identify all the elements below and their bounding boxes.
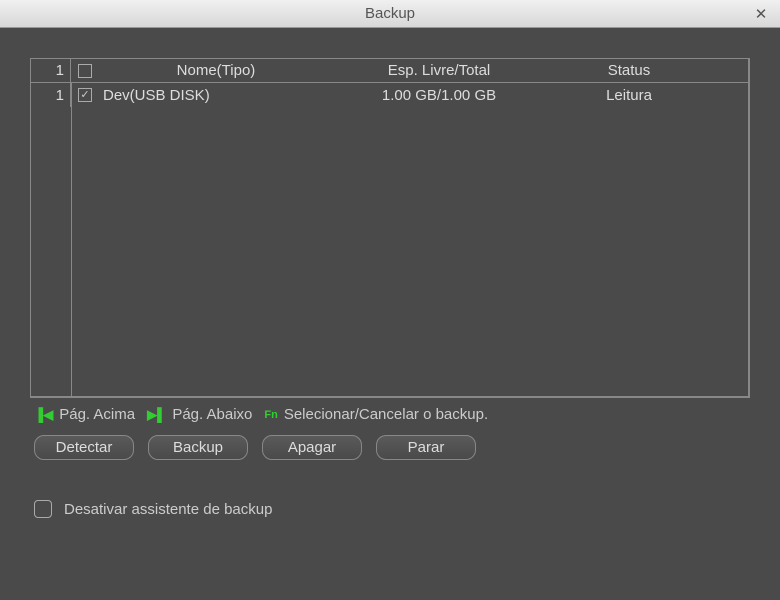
hints-row: ▐◀ Pág. Acima ▶▌ Pág. Abaixo Fn Selecion…	[30, 406, 750, 423]
header-status: Status	[549, 62, 709, 79]
row-num: 1	[31, 83, 71, 107]
hint-select: Selecionar/Cancelar o backup.	[284, 406, 488, 423]
content-area: 1 Nome(Tipo) Esp. Livre/Total Status 1 ✓…	[0, 28, 780, 600]
table-header: 1 Nome(Tipo) Esp. Livre/Total Status	[31, 59, 748, 83]
select-all-checkbox[interactable]	[78, 64, 92, 78]
table-row[interactable]: 1 ✓ Dev(USB DISK) 1.00 GB/1.00 GB Leitur…	[31, 83, 748, 107]
row-status: Leitura	[549, 87, 709, 104]
header-name: Nome(Tipo)	[99, 62, 329, 79]
disable-wizard-label: Desativar assistente de backup	[64, 501, 272, 518]
divider	[71, 83, 72, 396]
stop-button[interactable]: Parar	[376, 435, 476, 460]
header-num: 1	[31, 59, 71, 82]
hint-page-up: Pág. Acima	[59, 406, 135, 423]
erase-button[interactable]: Apagar	[262, 435, 362, 460]
backup-button[interactable]: Backup	[148, 435, 248, 460]
row-check-cell[interactable]: ✓	[71, 83, 99, 107]
page-down-icon: ▶▌	[147, 407, 166, 423]
row-name: Dev(USB DISK)	[99, 87, 329, 104]
window-title: Backup	[365, 5, 415, 22]
buttons-row: Detectar Backup Apagar Parar	[30, 435, 750, 460]
row-checkbox[interactable]: ✓	[78, 88, 92, 102]
footer-row: Desativar assistente de backup	[30, 500, 750, 518]
titlebar: Backup ✕	[0, 0, 780, 28]
device-table: 1 Nome(Tipo) Esp. Livre/Total Status 1 ✓…	[30, 58, 750, 398]
hint-page-down: Pág. Abaixo	[172, 406, 252, 423]
detect-button[interactable]: Detectar	[34, 435, 134, 460]
disable-wizard-checkbox[interactable]	[34, 500, 52, 518]
page-up-icon: ▐◀	[34, 407, 53, 423]
close-icon: ✕	[755, 5, 768, 23]
fn-icon: Fn	[264, 409, 277, 421]
table-body: 1 ✓ Dev(USB DISK) 1.00 GB/1.00 GB Leitur…	[31, 83, 748, 396]
row-space: 1.00 GB/1.00 GB	[329, 87, 549, 104]
header-check[interactable]	[71, 59, 99, 82]
header-space: Esp. Livre/Total	[329, 62, 549, 79]
close-button[interactable]: ✕	[750, 3, 772, 25]
